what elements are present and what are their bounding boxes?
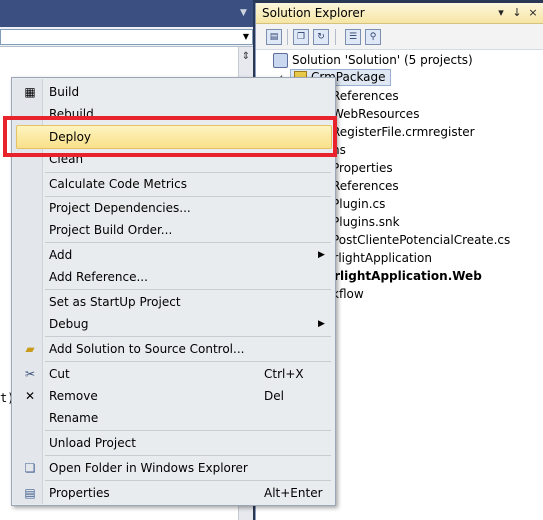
panel-title: Solution Explorer <box>262 6 365 20</box>
submenu-arrow-icon: ▶ <box>318 250 325 260</box>
submenu-arrow-icon: ▶ <box>318 319 325 329</box>
tree-item[interactable]: Plugin.cs <box>332 195 385 213</box>
menu-item-add-source-control[interactable]: ▰ Add Solution to Source Control... <box>14 338 333 360</box>
menu-item-calculate-code-metrics[interactable]: Calculate Code Metrics <box>14 173 333 195</box>
tree-item[interactable]: WebResources <box>332 105 419 123</box>
menu-item-cut[interactable]: ✂ Cut Ctrl+X <box>14 363 333 385</box>
dropdown-icon[interactable]: ▾ <box>494 6 508 20</box>
solution-icon <box>273 53 288 68</box>
chevron-down-icon[interactable]: ▼ <box>243 30 249 44</box>
menu-item-open-folder[interactable]: ❏ Open Folder in Windows Explorer <box>14 457 333 479</box>
members-combo[interactable]: ▼ <box>0 29 253 45</box>
menu-separator <box>45 480 331 481</box>
menu-item-debug[interactable]: Debug ▶ <box>14 313 333 335</box>
menu-item-project-dependencies[interactable]: Project Dependencies... <box>14 197 333 219</box>
tree-item[interactable]: Properties <box>332 159 393 177</box>
navigation-bar: ▼ <box>0 27 253 47</box>
toolbar-separator <box>335 29 336 45</box>
editor-tab-strip: ▼ <box>0 0 253 27</box>
close-icon[interactable]: × <box>526 6 540 20</box>
menu-item-set-startup[interactable]: Set as StartUp Project <box>14 291 333 313</box>
solution-explorer-toolbar: ▤ ❐ ↻ ☰ ⚲ <box>256 24 543 50</box>
menu-item-unload-project[interactable]: Unload Project <box>14 432 333 454</box>
tab-dropdown-icon[interactable]: ▼ <box>238 8 249 18</box>
properties-icon: ▤ <box>24 486 36 500</box>
menu-item-rename[interactable]: Rename <box>14 407 333 429</box>
menu-separator <box>45 361 331 362</box>
startup-project-node[interactable]: erlightApplication.Web <box>326 267 482 285</box>
refresh-icon[interactable]: ↻ <box>313 29 329 45</box>
properties-icon[interactable]: ▤ <box>266 29 282 45</box>
split-window-icon[interactable]: ⇕ <box>239 50 253 64</box>
open-folder-icon: ❏ <box>24 461 36 475</box>
menu-separator <box>45 430 331 431</box>
tree-item[interactable]: References <box>332 177 399 195</box>
menu-separator <box>45 336 331 337</box>
menu-item-remove[interactable]: ✕ Remove Del <box>14 385 333 407</box>
menu-separator <box>45 455 331 456</box>
solution-explorer-titlebar: Solution Explorer ▾ ↓ × <box>256 3 543 24</box>
tree-item[interactable]: RegisterFile.crmregister <box>332 123 475 141</box>
tree-item[interactable]: erlightApplication <box>326 249 432 267</box>
delete-x-icon: ✕ <box>24 389 36 403</box>
highlight-annotation-box <box>3 116 337 157</box>
view-diagram-icon[interactable]: ⚲ <box>365 29 381 45</box>
menu-item-add[interactable]: Add ▶ <box>14 244 333 266</box>
source-control-folder-icon: ▰ <box>25 342 35 356</box>
menu-item-build[interactable]: ▦ Build <box>14 81 333 103</box>
tree-item[interactable]: PostClientePotencialCreate.cs <box>332 231 510 249</box>
build-icon: ▦ <box>24 85 36 99</box>
tree-item[interactable]: kflow <box>332 285 364 303</box>
menu-item-properties[interactable]: ▤ Properties Alt+Enter <box>14 482 333 504</box>
show-all-files-icon[interactable]: ❐ <box>293 29 309 45</box>
menu-separator <box>45 289 331 290</box>
menu-item-project-build-order[interactable]: Project Build Order... <box>14 219 333 241</box>
tree-item[interactable]: References <box>332 87 399 105</box>
toolbar-separator <box>287 29 288 45</box>
pin-icon[interactable]: ↓ <box>510 6 524 20</box>
view-class-diagram-icon[interactable]: ☰ <box>345 29 361 45</box>
menu-separator <box>45 242 331 243</box>
menu-item-add-reference[interactable]: Add Reference... <box>14 266 333 288</box>
solution-node[interactable]: Solution 'Solution' (5 projects) <box>292 51 473 69</box>
scissors-icon: ✂ <box>24 367 36 381</box>
tree-item[interactable]: Plugins.snk <box>332 213 400 231</box>
